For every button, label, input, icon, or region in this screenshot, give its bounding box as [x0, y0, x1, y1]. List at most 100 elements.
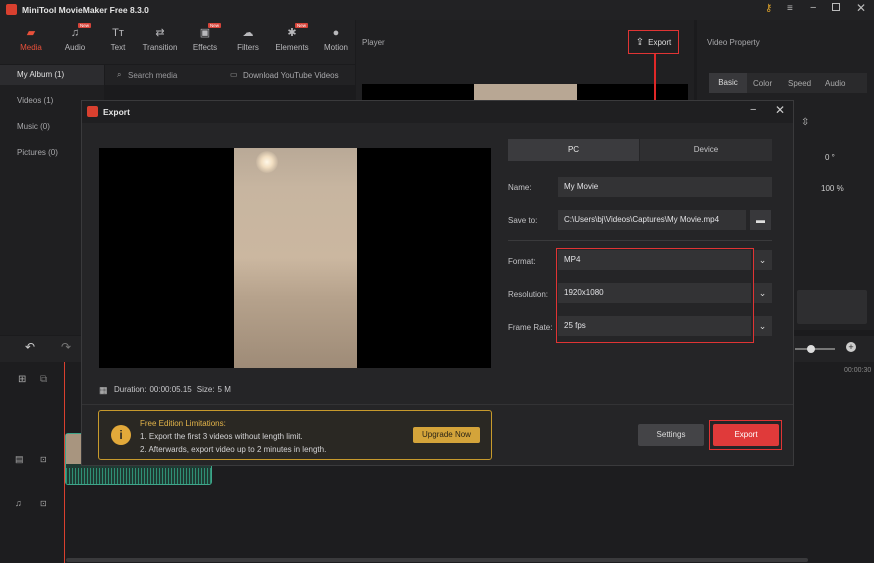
- tab-text[interactable]: Tт Text: [96, 26, 140, 52]
- format-label: Format:: [508, 257, 536, 266]
- tab-effects[interactable]: ▣ Effects New: [183, 23, 227, 52]
- tab-basic[interactable]: Basic: [709, 73, 747, 93]
- name-field[interactable]: My Movie: [558, 177, 772, 197]
- tab-device[interactable]: Device: [640, 139, 772, 161]
- sun-glow: [256, 151, 278, 173]
- text-icon: Tт: [112, 27, 124, 39]
- tab-filters[interactable]: ☁ Filters: [226, 26, 270, 52]
- chevron-down-icon: ⌄: [758, 255, 767, 265]
- frame-rate-label: Frame Rate:: [508, 323, 553, 332]
- download-youtube-link[interactable]: Download YouTube Videos: [243, 71, 339, 80]
- export-button[interactable]: Export: [713, 424, 779, 446]
- add-track-icon[interactable]: ⊞: [18, 374, 26, 385]
- search-icon: ⌕: [117, 70, 122, 79]
- tab-color[interactable]: Color: [753, 79, 772, 88]
- video-track-lock-icon[interactable]: ⊡: [40, 455, 47, 464]
- download-icon: ▭: [230, 70, 238, 79]
- format-dropdown-button[interactable]: ⌄: [753, 250, 772, 270]
- new-badge: New: [207, 23, 221, 28]
- tab-elements[interactable]: ✱ Elements New: [270, 23, 314, 52]
- zoom-in-icon[interactable]: +: [846, 342, 856, 352]
- export-dialog-header: Export − ✕: [82, 101, 793, 123]
- motion-icon: ●: [332, 27, 340, 39]
- new-badge: New: [294, 23, 308, 28]
- resolution-label: Resolution:: [508, 290, 549, 299]
- copy-track-icon[interactable]: ⧉: [40, 374, 47, 385]
- video-clip-thumbnail: [66, 434, 82, 464]
- zoom-slider-handle[interactable]: [807, 345, 815, 353]
- footer-divider: [82, 404, 793, 405]
- tab-pc[interactable]: PC: [508, 139, 639, 161]
- video-property-title: Video Property: [707, 38, 760, 47]
- preview-frame: [234, 148, 357, 368]
- tab-audio[interactable]: ♫ Audio New: [53, 23, 97, 52]
- key-icon[interactable]: ⚷: [765, 3, 772, 14]
- close-icon[interactable]: ✕: [856, 1, 866, 15]
- title-bar: MiniTool MovieMaker Free 8.3.0 ⚷ ≡ − ✕: [0, 0, 874, 20]
- app-title: MiniTool MovieMaker Free 8.3.0: [22, 5, 149, 15]
- undo-icon[interactable]: ↶: [25, 340, 35, 354]
- export-dialog: Export − ✕ ▦ Duration: 00:00:05.15 Size:…: [81, 100, 794, 466]
- limits-title: Free Edition Limitations:: [140, 419, 226, 428]
- menu-icon[interactable]: ≡: [787, 3, 793, 14]
- duration-label: Duration:: [114, 385, 147, 394]
- info-icon: i: [111, 425, 131, 445]
- minimize-icon[interactable]: −: [810, 2, 816, 14]
- browse-folder-button[interactable]: ▬: [750, 210, 771, 230]
- free-edition-limits: i Free Edition Limitations: 1. Export th…: [98, 410, 492, 460]
- resolution-dropdown-button[interactable]: ⌄: [753, 283, 772, 303]
- sidebar-item-my-album[interactable]: My Album (1): [0, 65, 104, 85]
- effects-icon: ▣: [199, 27, 211, 39]
- transition-icon: ⇄: [155, 27, 165, 39]
- folder-icon: ▰: [26, 27, 36, 39]
- audio-waveform: [66, 468, 211, 484]
- film-icon: ▦: [99, 385, 108, 395]
- media-toolbar: ▰ Media ♫ Audio New Tт Text ⇄ Transition ▣ Eff…: [0, 20, 355, 64]
- save-path-field[interactable]: C:\Users\bj\Videos\Captures\My Movie.mp4: [558, 210, 746, 230]
- export-upload-icon: ⇪: [635, 36, 645, 48]
- audio-track-lock-icon[interactable]: ⊡: [40, 499, 47, 508]
- elements-icon: ✱: [287, 27, 297, 39]
- size-value: 5 M: [217, 385, 231, 394]
- zoom-slider[interactable]: [795, 345, 835, 353]
- frame-rate-dropdown-button[interactable]: ⌄: [753, 316, 772, 336]
- upgrade-now-button[interactable]: Upgrade Now: [413, 427, 480, 443]
- app-logo-icon: [6, 4, 17, 15]
- section-divider: [508, 240, 772, 241]
- export-preview: [99, 148, 491, 368]
- music-icon: ♫: [70, 27, 80, 39]
- scale-value[interactable]: 100 %: [821, 184, 844, 193]
- limits-line-1: 1. Export the first 3 videos without len…: [140, 432, 303, 441]
- flip-vertical-icon[interactable]: ⇳: [801, 117, 809, 128]
- dialog-close-icon[interactable]: ✕: [775, 103, 785, 117]
- rotation-value[interactable]: 0 °: [825, 153, 835, 162]
- save-to-label: Save to:: [508, 216, 538, 225]
- dialog-minimize-icon[interactable]: −: [750, 104, 756, 116]
- tab-audio[interactable]: Audio: [825, 79, 845, 88]
- limits-line-2: 2. Afterwards, export video up to 2 minu…: [140, 445, 327, 454]
- property-apply-button[interactable]: [797, 290, 867, 324]
- tab-speed[interactable]: Speed: [788, 79, 811, 88]
- settings-highlight-box: [556, 248, 754, 343]
- video-track-icon: ▤: [15, 454, 24, 464]
- ruler-end-label: 00:00:30: [844, 367, 872, 374]
- audio-track-icon: ♫: [15, 498, 22, 508]
- export-info: Duration: 00:00:05.15 Size: 5 M: [114, 385, 231, 394]
- folder-icon: ▬: [756, 215, 765, 225]
- settings-button[interactable]: Settings: [638, 424, 704, 446]
- timeline-scrollbar[interactable]: [66, 558, 808, 562]
- tab-motion[interactable]: ● Motion: [314, 26, 358, 52]
- filters-icon: ☁: [242, 27, 254, 39]
- chevron-down-icon: ⌄: [758, 321, 767, 331]
- size-label: Size:: [196, 385, 215, 394]
- duration-value: 00:00:05.15: [149, 385, 192, 394]
- search-media-input[interactable]: Search media: [128, 71, 177, 80]
- new-badge: New: [77, 23, 91, 28]
- tab-media[interactable]: ▰ Media: [9, 26, 53, 52]
- chevron-down-icon: ⌄: [758, 288, 767, 298]
- player-export-button[interactable]: ⇪ Export: [628, 30, 679, 54]
- maximize-icon[interactable]: [832, 3, 840, 11]
- redo-icon[interactable]: ↷: [61, 340, 71, 354]
- tab-transition[interactable]: ⇄ Transition: [138, 26, 182, 52]
- property-tabs: Basic Color Speed Audio: [709, 73, 867, 93]
